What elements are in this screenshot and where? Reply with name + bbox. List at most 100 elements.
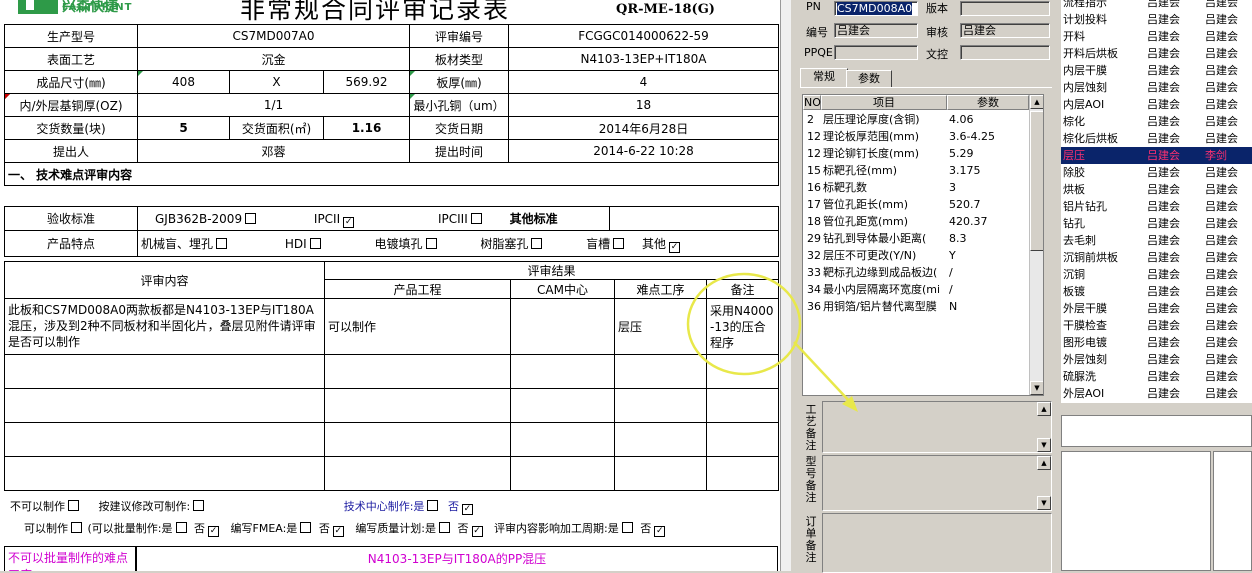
- step-detail-box[interactable]: [1061, 415, 1252, 447]
- step-row[interactable]: 硫脲洗 吕建会 吕建会: [1061, 368, 1252, 385]
- scroll-thumb[interactable]: [1030, 111, 1043, 251]
- step-row[interactable]: 内层蚀刻 吕建会 吕建会: [1061, 79, 1252, 96]
- step-row[interactable]: 开料 吕建会 吕建会: [1061, 28, 1252, 45]
- scroll-up-icon[interactable]: ▲: [1030, 95, 1043, 109]
- ppqe-field[interactable]: [834, 45, 918, 60]
- param-row[interactable]: 29 钻孔到导体最小距离(8.3: [803, 230, 1043, 247]
- value-surface: 沉金: [137, 47, 410, 71]
- doc-control-field[interactable]: [960, 45, 1050, 60]
- opt-modify-checkbox[interactable]: [193, 500, 205, 511]
- opt-tech-no-checkbox[interactable]: [461, 504, 473, 515]
- step-row[interactable]: 图形电镀 吕建会 吕建会: [1061, 334, 1252, 351]
- memo-order[interactable]: [822, 513, 1052, 573]
- feat-hdi-checkbox[interactable]: [309, 237, 321, 249]
- std-gjb-checkbox[interactable]: [245, 212, 257, 224]
- step-row[interactable]: 计划投料 吕建会 吕建会: [1061, 11, 1252, 28]
- step-row[interactable]: 内层干膜 吕建会 吕建会: [1061, 62, 1252, 79]
- memo-process[interactable]: ▲ ▼: [822, 401, 1052, 453]
- step-row[interactable]: 烘板 吕建会 吕建会: [1061, 181, 1252, 198]
- std-ipciii-checkbox[interactable]: [470, 212, 482, 224]
- param-row[interactable]: 36 用铜箔/铝片替代离型膜 N: [803, 298, 1043, 315]
- section-title: 一、 技术难点评审内容: [4, 162, 779, 186]
- param-row[interactable]: 18 管位孔距宽(mm) 420.37: [803, 213, 1043, 230]
- opt-fmea-yes-checkbox[interactable]: [300, 522, 312, 533]
- param-row[interactable]: 12 理论板厚范围(mm) 3.6-4.25: [803, 128, 1043, 145]
- step-detail-list[interactable]: [1061, 451, 1211, 571]
- step-row[interactable]: 除胶 吕建会 吕建会: [1061, 164, 1252, 181]
- param-row[interactable]: 16 标靶孔数 3: [803, 179, 1043, 196]
- step-row[interactable]: 外层蚀刻 吕建会 吕建会: [1061, 351, 1252, 368]
- code-field[interactable]: 吕建会: [834, 23, 918, 38]
- param-item: 管位孔距长(mm): [823, 198, 909, 211]
- feat-resin-checkbox[interactable]: [531, 237, 543, 249]
- step-row[interactable]: 棕化 吕建会 吕建会: [1061, 113, 1252, 130]
- opt-batch-no-checkbox[interactable]: [208, 526, 219, 537]
- step-row[interactable]: 沉铜前烘板 吕建会 吕建会: [1061, 249, 1252, 266]
- step-a: 吕建会: [1147, 81, 1180, 94]
- memo-process-tab[interactable]: 工艺备注: [804, 404, 818, 452]
- param-val: /: [949, 266, 953, 279]
- opt-can-checkbox[interactable]: [71, 522, 82, 533]
- memo-order-tab[interactable]: 订单备注: [804, 516, 818, 564]
- step-a: 吕建会: [1147, 166, 1180, 179]
- step-row[interactable]: 钻孔 吕建会 吕建会: [1061, 215, 1252, 232]
- opt-cycle-yes-checkbox[interactable]: [621, 522, 633, 533]
- param-val: 8.3: [949, 232, 967, 245]
- param-row[interactable]: 32 层压不可更改(Y/N) Y: [803, 247, 1043, 264]
- process-steps-list: 流程指示 吕建会 吕建会 计划投料 吕建会 吕建会 开料 吕建会 吕建会 开料后烘板 吕建会 吕建会内…: [1061, 0, 1252, 403]
- opt-cannot-checkbox[interactable]: [68, 500, 79, 511]
- opt-tech-yes-checkbox[interactable]: [427, 500, 439, 511]
- audit-field[interactable]: 吕建会: [960, 23, 1050, 38]
- step-row[interactable]: 流程指示 吕建会 吕建会: [1061, 0, 1252, 11]
- label-surface: 表面工艺: [4, 47, 138, 71]
- step-row[interactable]: 沉铜 吕建会 吕建会: [1061, 266, 1252, 283]
- memo2-down-icon[interactable]: ▼: [1037, 496, 1051, 510]
- tab-params[interactable]: 参数: [846, 70, 892, 88]
- opt-cycle-no-checkbox[interactable]: [654, 526, 666, 537]
- opt-fmea-no-checkbox[interactable]: [332, 526, 344, 537]
- param-row[interactable]: 17 管位孔距长(mm) 520.7: [803, 196, 1043, 213]
- opt-modify: 按建议修改可制作:: [98, 500, 191, 513]
- memo2-up-icon[interactable]: ▲: [1037, 456, 1051, 470]
- header-cam: CAM中心: [510, 279, 615, 299]
- step-row[interactable]: 外层干膜 吕建会 吕建会: [1061, 300, 1252, 317]
- tab-general[interactable]: 常规: [800, 68, 848, 88]
- param-row[interactable]: 34 最小内层隔离环宽度(mi /: [803, 281, 1043, 298]
- feat-blind-checkbox[interactable]: [613, 237, 625, 249]
- step-row[interactable]: 去毛刺 吕建会 吕建会: [1061, 232, 1252, 249]
- header-note: 备注: [706, 279, 779, 299]
- step-row[interactable]: 棕化后烘板 吕建会 吕建会: [1061, 130, 1252, 147]
- param-row[interactable]: 2 层压理论厚度(含铜) 4.06: [803, 111, 1043, 128]
- memo-model-tab[interactable]: 型号备注: [804, 456, 818, 504]
- param-item: 理论板厚范围(mm): [823, 130, 920, 143]
- memo1-up-icon[interactable]: ▲: [1037, 402, 1051, 416]
- document-scrollbar[interactable]: [780, 0, 791, 571]
- step-row[interactable]: 板镀 吕建会 吕建会: [1061, 283, 1252, 300]
- param-row[interactable]: 12 理论铆钉长度(mm) 5.29: [803, 145, 1043, 162]
- opt-qplan-no-checkbox[interactable]: [471, 526, 483, 537]
- step-detail-side[interactable]: [1213, 451, 1252, 571]
- step-row[interactable]: 外层AOI 吕建会 吕建会: [1061, 385, 1252, 402]
- version-field[interactable]: [960, 1, 1050, 16]
- feat-other-checkbox[interactable]: [669, 241, 681, 253]
- param-no: 2: [807, 113, 814, 126]
- step-row[interactable]: 干膜检查 吕建会 吕建会: [1061, 317, 1252, 334]
- param-row[interactable]: 33 靶标孔边缘到成品板边(/: [803, 264, 1043, 281]
- param-row[interactable]: 15 标靶孔径(mm) 3.175: [803, 162, 1043, 179]
- step-row[interactable]: 铝片钻孔 吕建会 吕建会: [1061, 198, 1252, 215]
- step-name: 流程指示: [1063, 0, 1107, 9]
- step-row[interactable]: 层压 吕建会 李剑: [1061, 147, 1252, 164]
- param-scrollbar[interactable]: ▲ ▼: [1029, 95, 1043, 395]
- memo1-down-icon[interactable]: ▼: [1037, 438, 1051, 452]
- step-row[interactable]: 开料后烘板 吕建会 吕建会: [1061, 45, 1252, 62]
- memo-model[interactable]: ▲ ▼: [822, 455, 1052, 511]
- opt-qplan-yes-checkbox[interactable]: [439, 522, 451, 533]
- opt-batch-yes-checkbox[interactable]: [175, 522, 187, 533]
- scroll-down-icon[interactable]: ▼: [1030, 381, 1043, 395]
- feat-fill-checkbox[interactable]: [425, 237, 437, 249]
- feat-mech-checkbox[interactable]: [216, 237, 228, 249]
- pn-field[interactable]: CS7MD008A0: [834, 1, 918, 16]
- param-val: Y: [949, 249, 956, 262]
- std-ipcii-checkbox[interactable]: [343, 216, 355, 228]
- step-row[interactable]: 内层AOI 吕建会 吕建会: [1061, 96, 1252, 113]
